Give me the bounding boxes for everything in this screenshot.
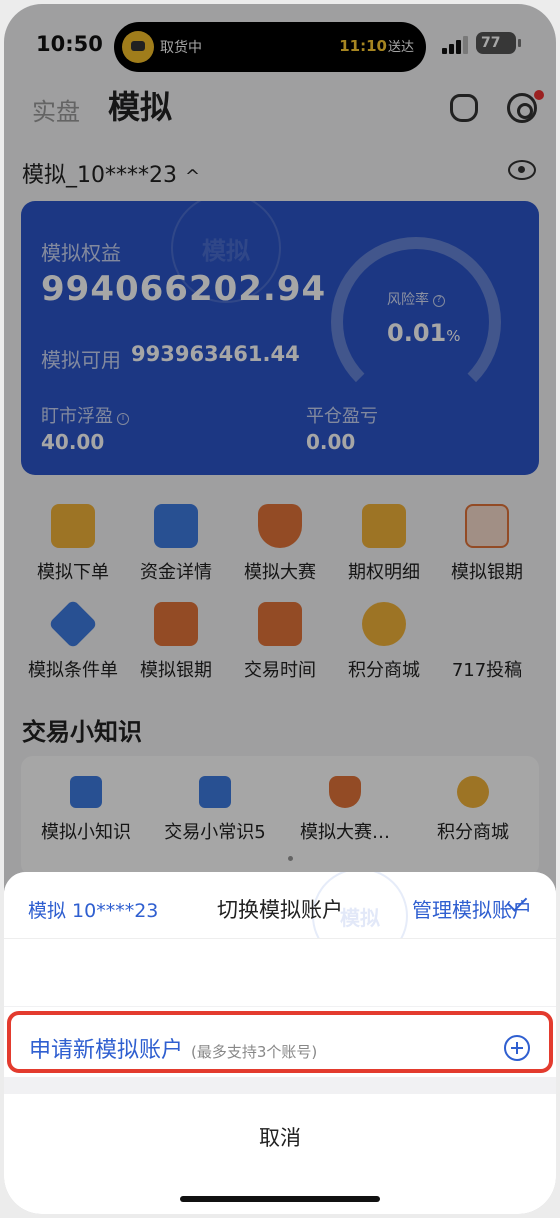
current-account-label: 模拟 10****23 [28,900,159,922]
account-option-current[interactable] [4,938,556,1006]
add-circle-icon[interactable] [504,1035,530,1061]
apply-new-account-label: 申请新模拟账户 (最多支持3个账号) [29,1038,318,1063]
phone-screen: 10:50 取货中 11:10送达 77 实盘 模拟 模拟_10****23 ^ … [4,4,556,1214]
cancel-label: 取消 [259,1126,301,1150]
switch-account-sheet: 模拟 切换模拟账户 管理模拟账户 模拟 10****23 申请新模拟账户 (最多支… [4,872,556,1214]
home-indicator[interactable] [180,1196,380,1202]
apply-note: (最多支持3个账号) [191,1043,318,1061]
